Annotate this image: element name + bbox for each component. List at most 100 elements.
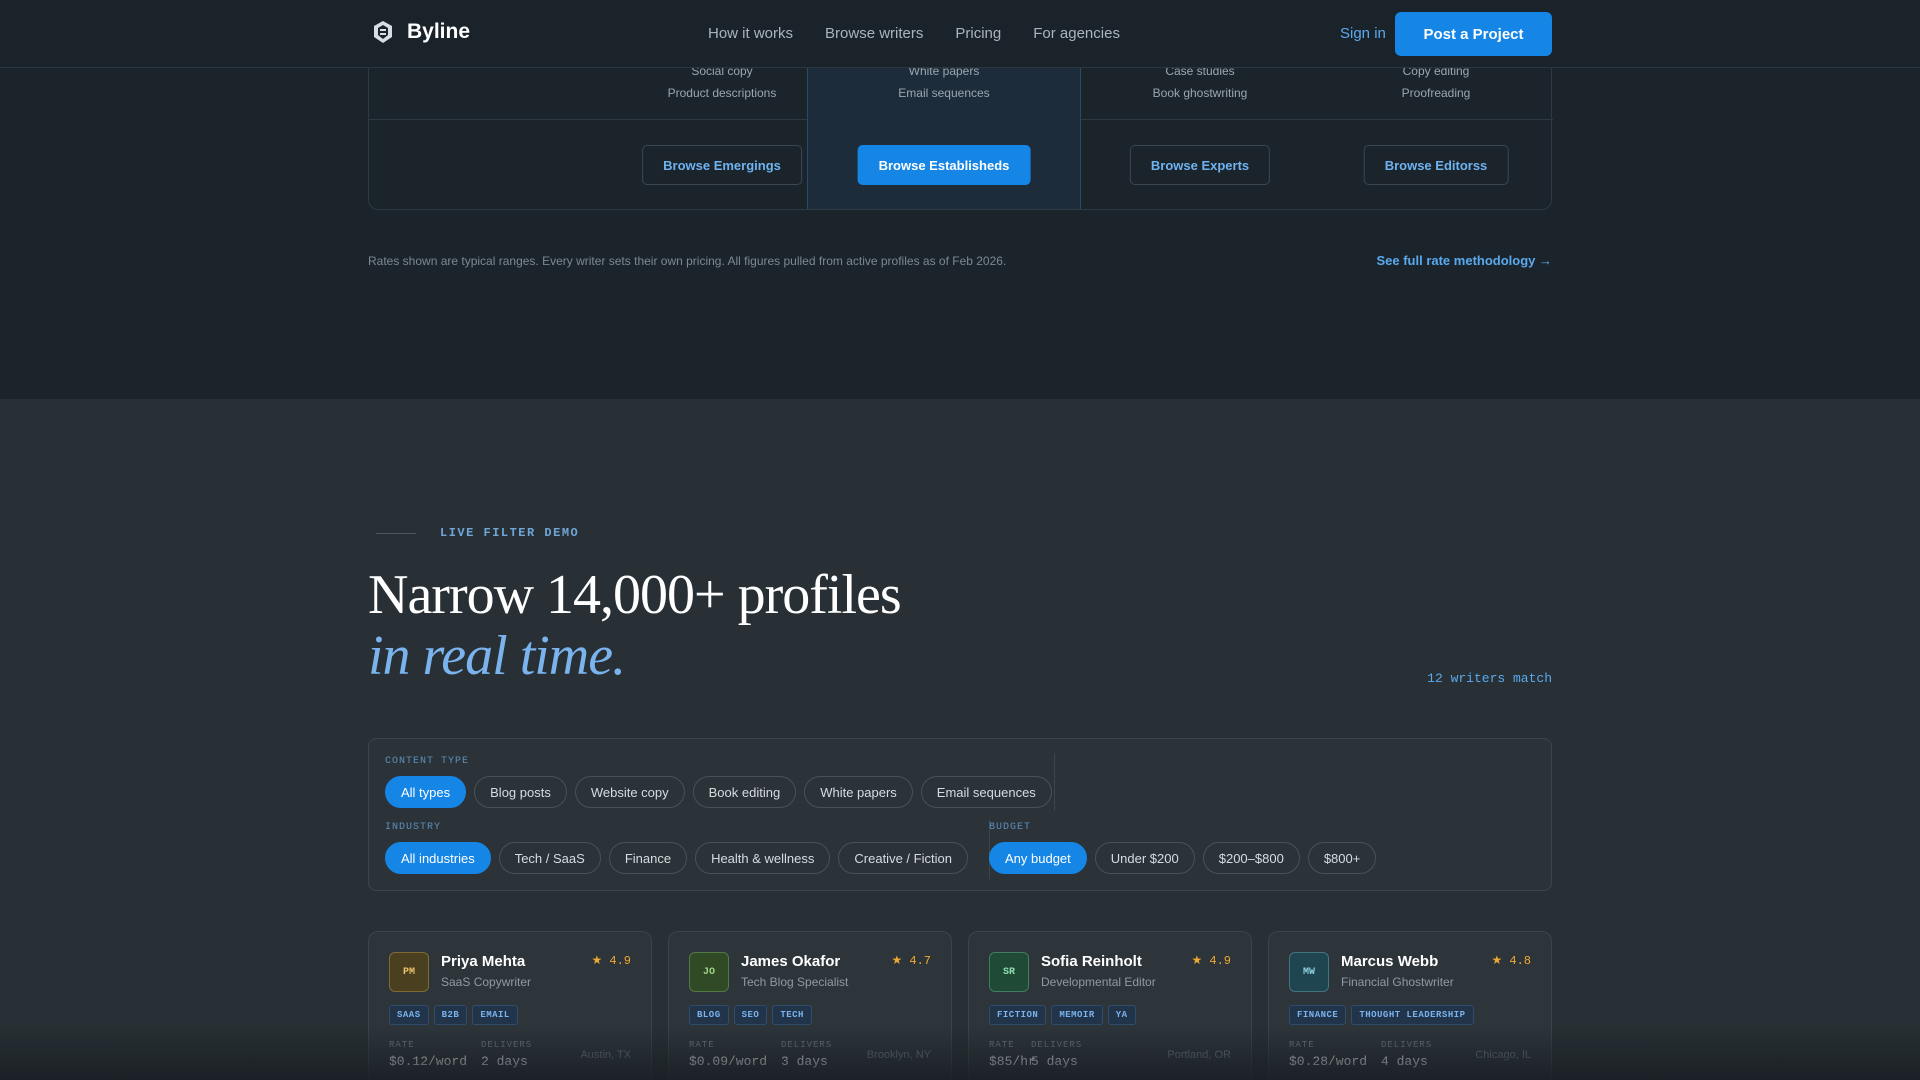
tag: TECH <box>772 1005 812 1025</box>
filter-demo-section: LIVE FILTER DEMO Narrow 14,000+ profiles… <box>0 399 1920 1080</box>
brand[interactable]: Byline <box>371 20 470 44</box>
top-nav: Byline How it works Browse writers Prici… <box>0 0 1920 68</box>
writer-location: Portland, OR <box>1167 1049 1231 1061</box>
industry-chips: All industries Tech / SaaS Finance Healt… <box>385 842 968 874</box>
eyebrow-line <box>376 533 416 534</box>
post-project-button[interactable]: Post a Project <box>1395 12 1552 56</box>
writer-card[interactable]: JO James Okafor Tech Blog Specialist ★ 4… <box>668 931 952 1080</box>
chip-200-800[interactable]: $200–$800 <box>1202 842 1300 874</box>
rate-label: RATE <box>689 1040 715 1050</box>
nav-link-how-it-works[interactable]: How it works <box>708 25 793 42</box>
content-type-label: CONTENT TYPE <box>385 756 470 767</box>
tag: SEO <box>733 1005 768 1025</box>
filter-panel: CONTENT TYPE All types Blog posts Websit… <box>368 738 1552 891</box>
delivers-label: DELIVERS <box>1381 1040 1433 1050</box>
avatar: JO <box>689 952 729 992</box>
chip-800-plus[interactable]: $800+ <box>1307 842 1377 874</box>
section-headline-italic: in real time. <box>368 625 626 687</box>
avatar: MW <box>1289 952 1329 992</box>
chip-website-copy[interactable]: Website copy <box>574 776 685 808</box>
tag: FINANCE <box>1289 1005 1347 1025</box>
delivers-label: DELIVERS <box>481 1040 533 1050</box>
writer-tags: FINANCE THOUGHT LEADERSHIP <box>1289 1005 1474 1025</box>
writer-name: Priya Mehta <box>441 953 526 970</box>
writer-name: Sofia Reinholt <box>1041 953 1142 970</box>
divider <box>1054 753 1055 811</box>
writer-rating: ★ 4.7 <box>891 954 931 968</box>
budget-label: BUDGET <box>989 822 1032 833</box>
chip-health-wellness[interactable]: Health & wellness <box>695 842 831 874</box>
chip-any-budget[interactable]: Any budget <box>989 842 1087 874</box>
rate-label: RATE <box>1289 1040 1315 1050</box>
rate-label: RATE <box>389 1040 415 1050</box>
writer-card[interactable]: MW Marcus Webb Financial Ghostwriter ★ 4… <box>1268 931 1552 1080</box>
writer-role: Financial Ghostwriter <box>1341 975 1454 989</box>
tag: BLOG <box>689 1005 729 1025</box>
chip-all-industries[interactable]: All industries <box>385 842 491 874</box>
delivers-label: DELIVERS <box>781 1040 833 1050</box>
chip-white-papers[interactable]: White papers <box>804 776 913 808</box>
tag: THOUGHT LEADERSHIP <box>1351 1005 1474 1025</box>
rate-value: $0.09/word <box>689 1054 768 1069</box>
brand-name: Byline <box>407 20 471 43</box>
industry-label: INDUSTRY <box>385 822 442 833</box>
chip-creative-fiction[interactable]: Creative / Fiction <box>838 842 968 874</box>
match-count: 12 writers match <box>1427 671 1552 686</box>
section-headline: Narrow 14,000+ profiles <box>368 564 902 626</box>
rate-value: $0.28/word <box>1289 1054 1368 1069</box>
tier-feature: Book ghostwriting <box>1152 86 1248 100</box>
nav-links: How it works Browse writers Pricing For … <box>708 25 1120 42</box>
delivers-value: 4 days <box>1381 1054 1428 1069</box>
rate-methodology-link[interactable]: See full rate methodology → <box>1376 253 1552 268</box>
delivers-value: 3 days <box>781 1054 828 1069</box>
chip-blog-posts[interactable]: Blog posts <box>474 776 567 808</box>
nav-link-for-agencies[interactable]: For agencies <box>1033 25 1120 42</box>
chip-under-200[interactable]: Under $200 <box>1094 842 1195 874</box>
tag: SAAS <box>389 1005 429 1025</box>
chip-email-sequences[interactable]: Email sequences <box>920 776 1052 808</box>
writer-role: Developmental Editor <box>1041 975 1156 989</box>
writer-location: Brooklyn, NY <box>866 1049 931 1061</box>
content-type-chips: All types Blog posts Website copy Book e… <box>385 776 1052 808</box>
nav-link-pricing[interactable]: Pricing <box>955 25 1001 42</box>
tag: MEMOIR <box>1051 1005 1103 1025</box>
writer-card[interactable]: PM Priya Mehta SaaS Copywriter ★ 4.9 SAA… <box>368 931 652 1080</box>
avatar: SR <box>989 952 1029 992</box>
browse-editorss-button[interactable]: Browse Editorss <box>1363 145 1509 185</box>
browse-emergings-button[interactable]: Browse Emergings <box>642 145 802 185</box>
tag: FICTION <box>989 1005 1047 1025</box>
delivers-value: 5 days <box>1031 1054 1078 1069</box>
browse-experts-button[interactable]: Browse Experts <box>1129 145 1271 185</box>
writer-role: Tech Blog Specialist <box>741 975 849 989</box>
chip-tech-saas[interactable]: Tech / SaaS <box>498 842 601 874</box>
tag: EMAIL <box>472 1005 518 1025</box>
chip-all-types[interactable]: All types <box>385 776 467 808</box>
avatar: PM <box>389 952 429 992</box>
writer-rating: ★ 4.8 <box>1491 954 1531 968</box>
writer-card[interactable]: SR Sofia Reinholt Developmental Editor ★… <box>968 931 1252 1080</box>
rate-label: RATE <box>989 1040 1015 1050</box>
writer-rating: ★ 4.9 <box>591 954 631 968</box>
writer-tags: SAAS B2B EMAIL <box>389 1005 518 1025</box>
chip-finance[interactable]: Finance <box>608 842 688 874</box>
budget-chips: Any budget Under $200 $200–$800 $800+ <box>989 842 1377 874</box>
section-eyebrow: LIVE FILTER DEMO <box>440 526 580 540</box>
writer-name: Marcus Webb <box>1341 953 1439 970</box>
delivers-label: DELIVERS <box>1031 1040 1083 1050</box>
sign-in-link[interactable]: Sign in <box>1340 25 1386 42</box>
writer-tags: FICTION MEMOIR YA <box>989 1005 1136 1025</box>
writer-location: Chicago, IL <box>1475 1049 1531 1061</box>
writer-tags: BLOG SEO TECH <box>689 1005 812 1025</box>
rates-note: Rates shown are typical ranges. Every wr… <box>368 254 1007 268</box>
delivers-value: 2 days <box>481 1054 528 1069</box>
writer-role: SaaS Copywriter <box>441 975 532 989</box>
writer-rating: ★ 4.9 <box>1191 954 1231 968</box>
nav-link-browse-writers[interactable]: Browse writers <box>825 25 923 42</box>
writer-location: Austin, TX <box>580 1049 631 1061</box>
browse-establisheds-button[interactable]: Browse Establisheds <box>857 145 1031 185</box>
rate-value: $0.12/word <box>389 1054 468 1069</box>
tag: YA <box>1107 1005 1136 1025</box>
tier-feature: Proofreading <box>1401 86 1471 100</box>
writer-name: James Okafor <box>741 953 841 970</box>
chip-book-editing[interactable]: Book editing <box>692 776 797 808</box>
